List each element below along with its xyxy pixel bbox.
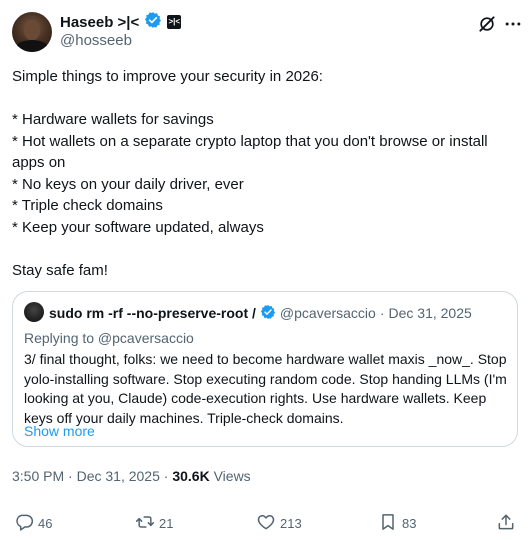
- bookmark-button[interactable]: 83: [378, 512, 416, 535]
- quote-header: sudo rm -rf --no-preserve-root / @pcaver…: [49, 304, 472, 322]
- bookmark-icon: [378, 512, 398, 535]
- quote-replying-to: Replying to @pcaversaccio: [24, 330, 194, 346]
- quote-author-handle[interactable]: @pcaversaccio: [280, 305, 376, 321]
- verified-icon: [144, 11, 162, 33]
- tweet-time[interactable]: 3:50 PM: [12, 468, 64, 484]
- like-button[interactable]: 213: [256, 512, 302, 535]
- quote-date[interactable]: Dec 31, 2025: [389, 305, 472, 321]
- tweet-date[interactable]: Dec 31, 2025: [77, 468, 160, 484]
- more-icon[interactable]: [503, 14, 523, 34]
- tweet-line: Simple things to improve your security i…: [12, 68, 323, 85]
- quote-author-avatar[interactable]: [24, 302, 44, 322]
- quote-body: 3/ final thought, folks: we need to beco…: [24, 351, 507, 426]
- grok-icon[interactable]: [477, 14, 497, 34]
- heart-icon: [256, 512, 276, 535]
- author-name[interactable]: Haseeb >|<: [60, 14, 139, 31]
- author-handle[interactable]: @hosseeb: [60, 32, 132, 49]
- separator-dot: ·: [379, 305, 385, 321]
- views-label: Views: [213, 468, 251, 484]
- quote-tweet-card[interactable]: sudo rm -rf --no-preserve-root / @pcaver…: [12, 291, 518, 447]
- repost-icon: [135, 512, 155, 535]
- show-more-link[interactable]: Show more: [24, 423, 95, 439]
- like-count: 213: [280, 516, 302, 531]
- author-name-row[interactable]: Haseeb >|< >|<: [60, 11, 182, 33]
- share-button[interactable]: [496, 512, 516, 535]
- views-count: 30.6K: [172, 468, 210, 484]
- tweet-line: [12, 238, 517, 260]
- repost-count: 21: [159, 516, 174, 531]
- tweet-text: Simple things to improve your security i…: [12, 66, 517, 281]
- repost-button[interactable]: 21: [135, 512, 173, 535]
- reply-button[interactable]: 46: [14, 512, 52, 535]
- share-icon: [496, 512, 516, 535]
- separator-dot: ·: [68, 468, 77, 484]
- action-bar: 46 21 213 83: [0, 504, 529, 540]
- reply-icon: [14, 512, 34, 535]
- tweet-line: * Triple check domains: [12, 197, 163, 214]
- tweet-line: * Hot wallets on a separate crypto lapto…: [12, 132, 492, 172]
- author-avatar[interactable]: [12, 12, 52, 52]
- bookmark-count: 83: [402, 516, 417, 531]
- tweet-line: Stay safe fam!: [12, 261, 108, 279]
- quote-author-name[interactable]: sudo rm -rf --no-preserve-root /: [49, 305, 256, 321]
- affiliate-badge-icon[interactable]: >|<: [167, 15, 182, 29]
- reply-count: 46: [38, 516, 53, 531]
- quote-verified-icon: [260, 304, 276, 323]
- tweet-line: * Hardware wallets for savings: [12, 111, 214, 128]
- tweet-line: * No keys on your daily driver, ever: [12, 175, 244, 193]
- tweet-line: [12, 88, 517, 110]
- tweet-meta: 3:50 PM · Dec 31, 2025 · 30.6K Views: [12, 468, 251, 484]
- tweet-line: * Keep your software updated, always: [12, 218, 264, 236]
